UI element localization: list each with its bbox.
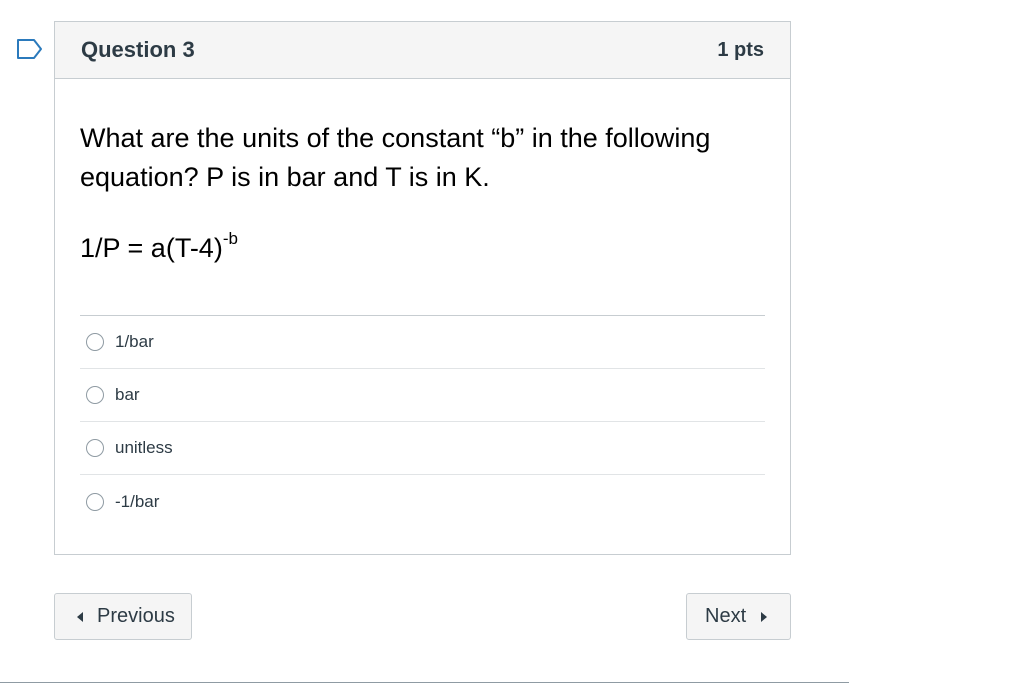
radio-button[interactable] <box>86 439 104 457</box>
flag-question-icon[interactable] <box>16 38 44 60</box>
question-text: What are the units of the constant “b” i… <box>80 123 711 192</box>
equation-base: 1/P = a(T-4) <box>80 233 223 263</box>
previous-label: Previous <box>97 605 175 627</box>
question-points: 1 pts <box>717 38 764 61</box>
answer-label: bar <box>115 385 140 404</box>
question-equation: 1/P = a(T-4)-b <box>80 229 765 273</box>
question-card: Question 3 1 pts What are the units of t… <box>54 21 791 555</box>
answer-label: -1/bar <box>115 491 160 511</box>
radio-button[interactable] <box>86 333 104 351</box>
answer-option[interactable]: -1/bar <box>80 475 765 528</box>
triangle-right-icon <box>761 611 768 622</box>
question-body: What are the units of the constant “b” i… <box>55 119 790 528</box>
next-label: Next <box>705 605 747 627</box>
answer-option[interactable]: bar <box>80 369 765 422</box>
answer-label: 1/bar <box>115 332 154 351</box>
question-header: Question 3 1 pts <box>55 22 790 79</box>
question-title: Question 3 <box>81 37 195 62</box>
triangle-left-icon <box>77 611 83 622</box>
answer-label: unitless <box>115 438 173 457</box>
radio-button[interactable] <box>86 386 104 404</box>
radio-button[interactable] <box>86 492 104 511</box>
previous-button[interactable]: Previous <box>54 593 192 640</box>
answer-option[interactable]: unitless <box>80 422 765 475</box>
bottom-divider <box>0 682 849 683</box>
answer-list: 1/bar bar unitless -1/bar <box>80 315 765 528</box>
answer-option[interactable]: 1/bar <box>80 316 765 369</box>
next-button[interactable]: Next <box>686 593 791 640</box>
equation-exponent: -b <box>222 229 238 248</box>
